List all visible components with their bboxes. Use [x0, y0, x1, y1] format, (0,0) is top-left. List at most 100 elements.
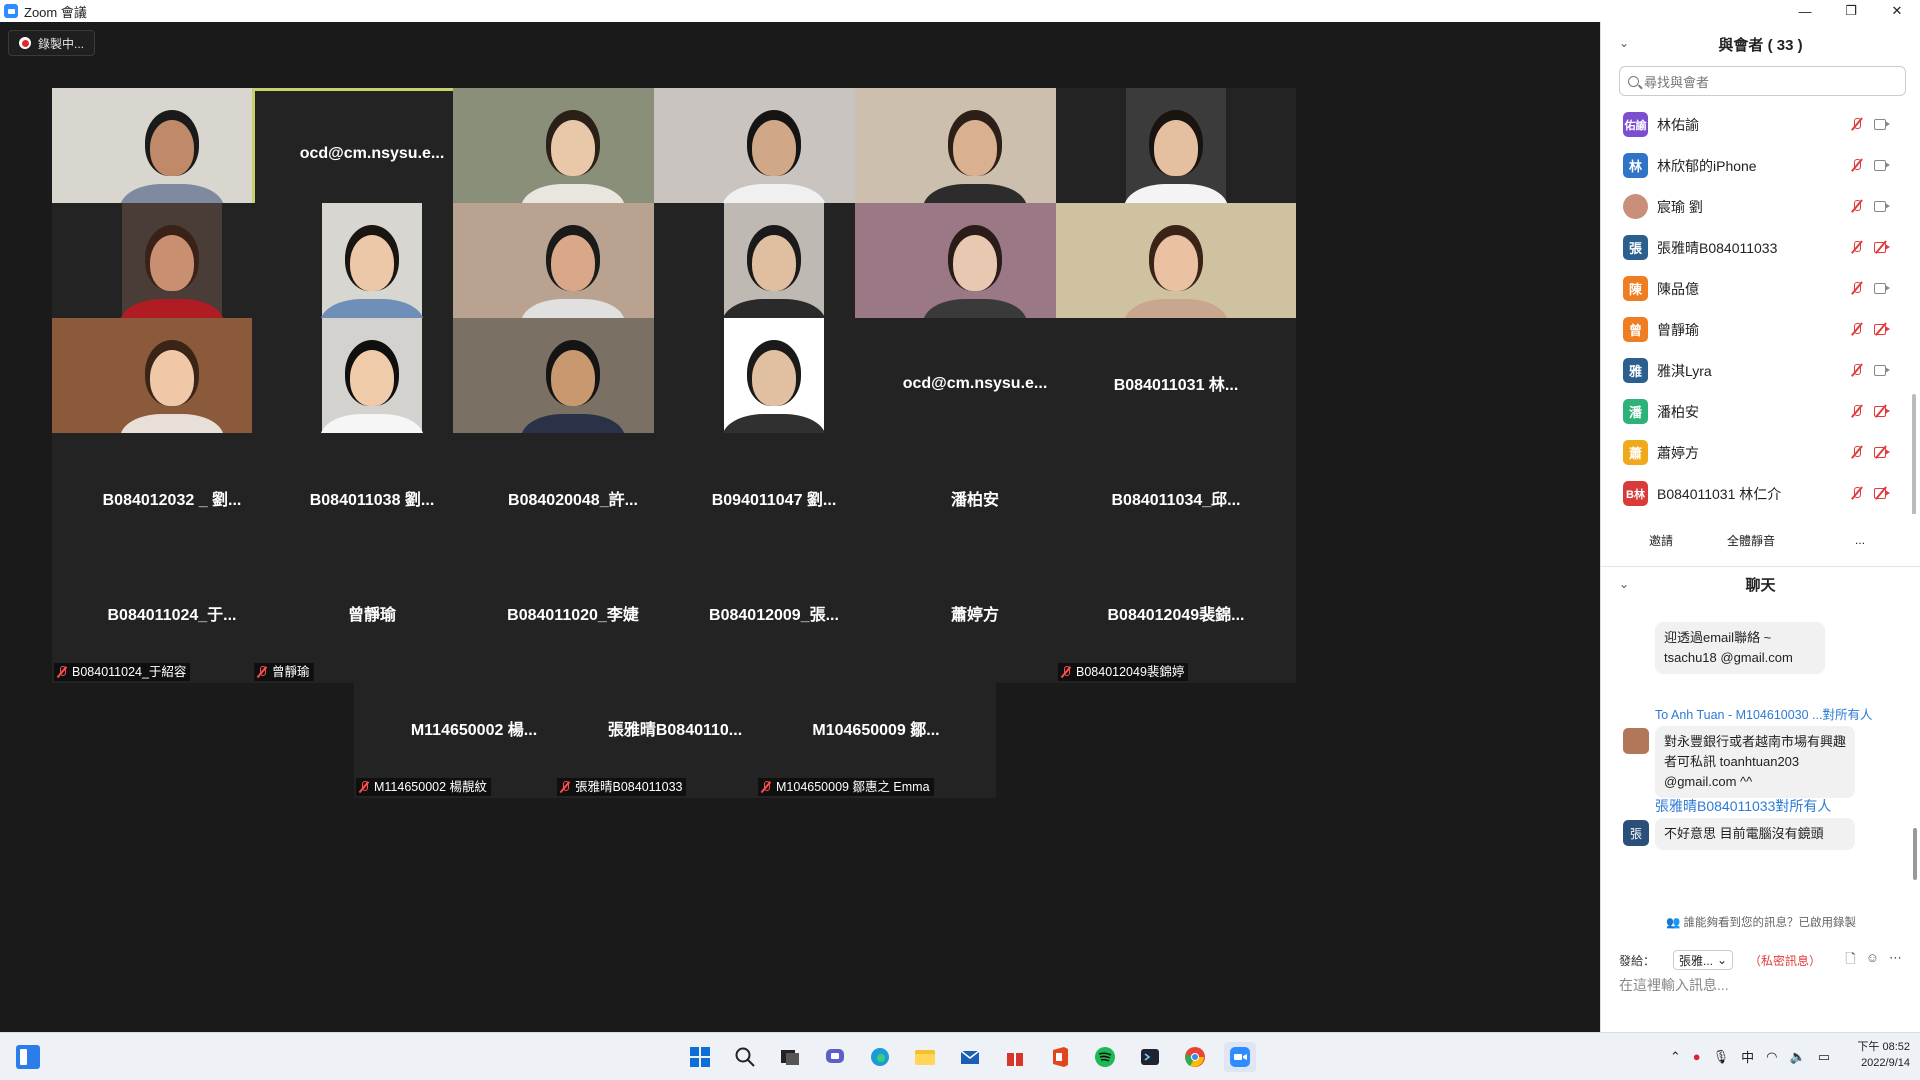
mic-muted-icon[interactable] — [1851, 240, 1862, 254]
volume-icon[interactable]: 🔈 — [1790, 1049, 1806, 1065]
chat-collapse-chevron-icon[interactable]: ⌄ — [1619, 577, 1629, 591]
mic-muted-icon[interactable] — [1851, 158, 1862, 172]
gift-icon[interactable] — [999, 1042, 1031, 1072]
participant-search-input[interactable]: 尋找與會者 — [1619, 66, 1906, 96]
participant-name-label: M114650002 楊靚紋 — [356, 778, 492, 796]
collapse-chevron-icon[interactable]: ⌄ — [1619, 36, 1629, 50]
mic-muted-icon[interactable] — [1851, 199, 1862, 213]
participant-display-name: B084012049裴錦... — [1107, 606, 1245, 624]
mic-muted-icon[interactable] — [1851, 322, 1862, 336]
participant-list-item[interactable]: 蕭蕭婷方 — [1601, 432, 1920, 473]
chrome-icon[interactable] — [1179, 1042, 1211, 1072]
camera-icon[interactable] — [1874, 118, 1890, 130]
mic-muted-icon — [359, 781, 369, 793]
participant-list-name: 林欣郁的iPhone — [1657, 157, 1757, 174]
office-icon[interactable] — [1044, 1042, 1076, 1072]
chat-sender: 張雅晴B084011033對所有人 — [1655, 798, 1832, 814]
mic-muted-icon[interactable] — [1851, 404, 1862, 418]
mic-muted-icon[interactable] — [1851, 445, 1862, 459]
camera-off-icon[interactable] — [1874, 240, 1890, 254]
participant-list-item[interactable]: 陳陳品億 — [1601, 268, 1920, 309]
mail-icon[interactable] — [954, 1042, 986, 1072]
participant-display-name: M104650009 鄒... — [812, 721, 940, 739]
camera-icon[interactable] — [1874, 364, 1890, 376]
chat-input[interactable]: 在這裡輸入訊息... — [1619, 975, 1729, 995]
participant-avatar — [1623, 194, 1648, 219]
participant-list-item[interactable]: 雅雅淇Lyra — [1601, 350, 1920, 391]
participant-list-item[interactable]: 潘潘柏安 — [1601, 391, 1920, 432]
participant-tile[interactable]: M104650009 鄒... M104650009 鄒惠之 Emma — [756, 663, 996, 798]
more-options-icon[interactable]: ⋯ — [1889, 950, 1902, 972]
camera-off-icon[interactable] — [1874, 486, 1890, 500]
minimize-button[interactable]: — — [1782, 0, 1828, 22]
mic-muted-icon[interactable] — [1851, 363, 1862, 377]
camera-off-icon[interactable] — [1874, 445, 1890, 459]
wifi-icon[interactable]: ◠ — [1766, 1049, 1777, 1065]
chat-toolbar: 🗋 ☺ ⋯ — [1845, 950, 1902, 972]
recording-notice[interactable]: 👥 誰能夠看到您的訊息？已啟用錄製 — [1601, 914, 1920, 930]
clock[interactable]: 下午 08:52 2022/9/14 — [1857, 1039, 1910, 1071]
participant-name-label: 曾靜瑜 — [254, 663, 314, 681]
restore-button[interactable]: ❐ — [1828, 0, 1874, 22]
participant-list-item[interactable]: B林 B084011031 林仁介 — [1601, 473, 1920, 514]
participant-tile[interactable]: B084012049裴錦... B084012049裴錦婷 — [1056, 548, 1296, 683]
participant-list-name: 潘柏安 — [1657, 403, 1699, 420]
edge-browser-icon[interactable] — [864, 1042, 896, 1072]
participant-list-item[interactable]: 林林欣郁的iPhone — [1601, 145, 1920, 186]
chat-avatar: 張 — [1623, 820, 1649, 846]
chat-app-icon[interactable] — [819, 1042, 851, 1072]
spotify-icon[interactable] — [1089, 1042, 1121, 1072]
ime-indicator[interactable]: 中 — [1741, 1047, 1754, 1066]
emoji-icon[interactable]: ☺ — [1866, 950, 1879, 972]
mic-muted-icon — [560, 781, 570, 793]
chat-message: 對永豐銀行或者越南市場有興趣者可私訊 toanhtuan203 @gmail.c… — [1655, 726, 1855, 798]
mic-muted-icon[interactable] — [1851, 486, 1862, 500]
participant-list-item[interactable]: 曾曾靜瑜 — [1601, 309, 1920, 350]
terminal-icon[interactable] — [1134, 1042, 1166, 1072]
participant-list-name: 陳品億 — [1657, 280, 1699, 297]
antivirus-icon[interactable]: ● — [1693, 1049, 1701, 1064]
battery-icon[interactable]: ▭ — [1818, 1049, 1830, 1065]
mic-muted-icon[interactable] — [1851, 281, 1862, 295]
chevron-up-icon[interactable]: ⌃ — [1670, 1049, 1681, 1065]
participant-name: 曾靜瑜 — [272, 665, 310, 679]
participant-list-item[interactable]: 佑諭 林佑諭 — [1601, 104, 1920, 145]
clock-time: 下午 08:52 — [1857, 1041, 1910, 1053]
mute-all-button[interactable]: 全體靜音 — [1719, 529, 1783, 552]
chat-scrollbar[interactable] — [1913, 828, 1917, 880]
participant-scrollbar[interactable] — [1912, 394, 1916, 514]
participant-list-item[interactable]: 張張雅晴B084011033 — [1601, 227, 1920, 268]
camera-icon[interactable] — [1874, 200, 1890, 212]
participant-status-icons — [1851, 117, 1890, 131]
participants-header: ⌄ 與會者 ( 33 ) — [1601, 22, 1920, 66]
close-button[interactable]: ✕ — [1874, 0, 1920, 22]
search-icon[interactable] — [729, 1042, 761, 1072]
search-placeholder: 尋找與會者 — [1644, 74, 1710, 90]
invite-button[interactable]: 邀請 — [1641, 529, 1681, 552]
search-icon — [1628, 75, 1639, 87]
start-icon[interactable] — [684, 1042, 716, 1072]
camera-icon[interactable] — [1874, 282, 1890, 294]
task-view-icon[interactable] — [774, 1042, 806, 1072]
microphone-icon[interactable]: 🎙 — [1713, 1049, 1730, 1065]
mic-muted-icon[interactable] — [1851, 117, 1862, 131]
zoom-taskbar-icon[interactable] — [1224, 1042, 1256, 1072]
recording-indicator[interactable]: 錄製中... — [8, 30, 96, 56]
participant-status-icons — [1851, 404, 1890, 418]
participant-status-icons — [1851, 445, 1890, 459]
participant-avatar: 蕭 — [1623, 440, 1648, 465]
more-button[interactable]: ... — [1847, 530, 1873, 550]
window-controls: — ❐ ✕ — [1782, 0, 1920, 22]
camera-off-icon[interactable] — [1874, 322, 1890, 336]
participant-list-item[interactable]: 宸瑜 劉 — [1601, 186, 1920, 227]
widgets-icon[interactable] — [16, 1045, 40, 1069]
participant-actions: 邀請 全體靜音 ... — [1601, 518, 1920, 562]
participant-status-icons — [1851, 281, 1890, 295]
chat-header: ⌄ 聊天 — [1601, 567, 1920, 601]
file-icon[interactable]: 🗋 — [1845, 950, 1855, 972]
participant-name-label: 張雅晴B084011033 — [557, 778, 687, 796]
file-explorer-icon[interactable] — [909, 1042, 941, 1072]
camera-icon[interactable] — [1874, 159, 1890, 171]
send-to-dropdown[interactable]: 張雅... ⌄ — [1673, 950, 1734, 970]
camera-off-icon[interactable] — [1874, 404, 1890, 418]
